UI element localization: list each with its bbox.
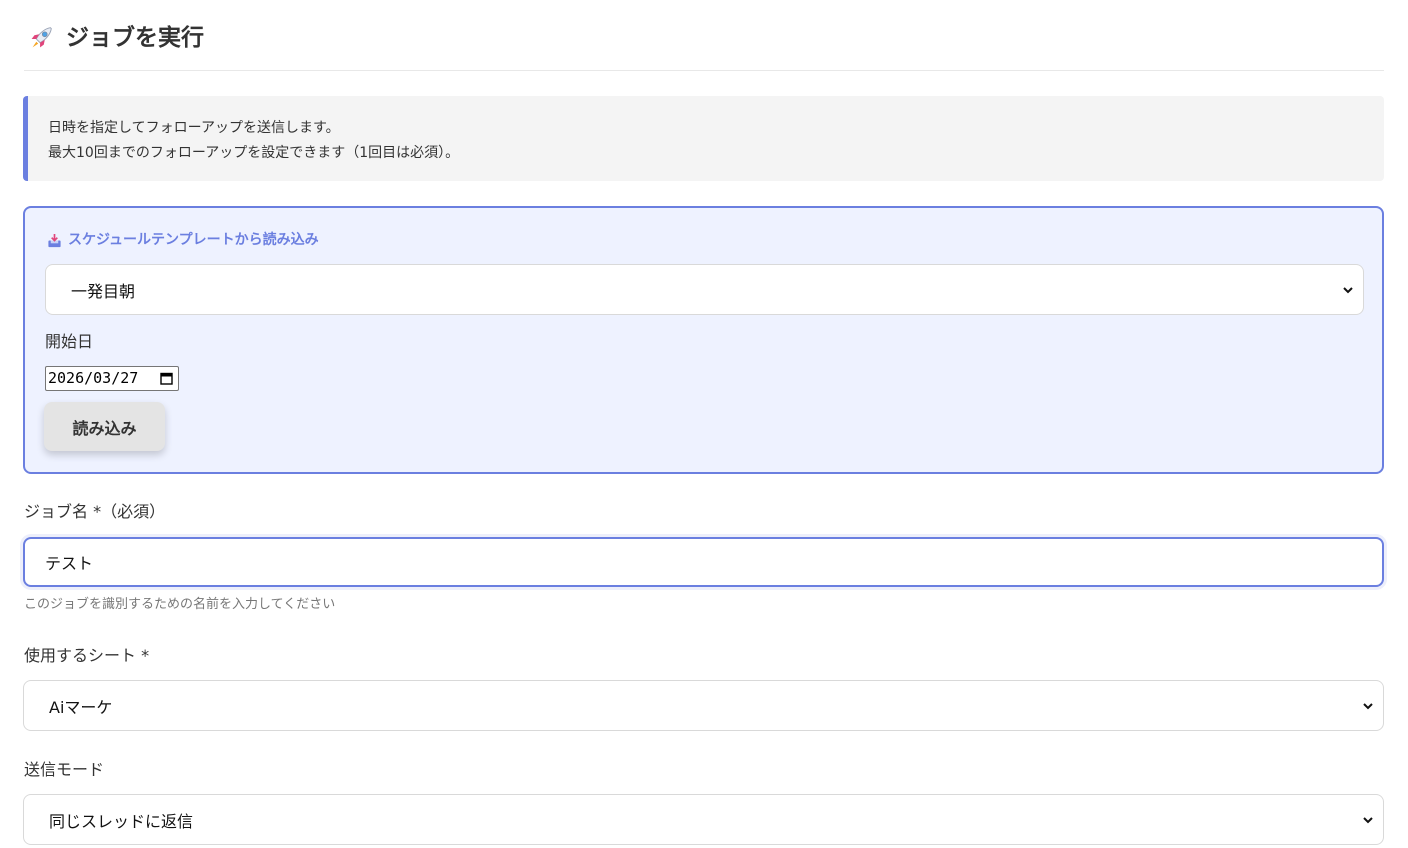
template-section-label: スケジュールテンプレートから読み込み <box>68 232 319 248</box>
job-name-value: テスト <box>45 554 94 573</box>
template-section: スケジュールテンプレートから読み込み 一発目朝 開始日 2026/03/27 読… <box>23 206 1384 474</box>
rocket-icon <box>31 27 52 48</box>
start-date-value: 2026/03/27 <box>48 369 139 387</box>
chevron-down-icon <box>1363 816 1373 823</box>
calendar-icon[interactable] <box>160 372 173 385</box>
job-name-label: ジョブ名 *（必須） <box>24 502 166 521</box>
job-name-input[interactable]: テスト <box>23 537 1384 587</box>
job-name-hint: このジョブを識別するための名前を入力してください <box>24 597 336 612</box>
template-section-title: スケジュールテンプレートから読み込み <box>47 230 319 250</box>
info-line-1: 日時を指定してフォローアップを送信します。 <box>48 120 340 136</box>
send-mode-label: 送信モード <box>24 760 105 779</box>
info-box: 日時を指定してフォローアップを送信します。 最大10回までのフォローアップを設定… <box>23 96 1384 181</box>
send-mode-select-value: 同じスレッドに返信 <box>49 811 194 831</box>
chevron-down-icon <box>1343 286 1353 293</box>
sheet-select-value: Aiマーケ <box>49 697 113 717</box>
send-mode-select[interactable]: 同じスレッドに返信 <box>23 794 1384 845</box>
sheet-label: 使用するシート * <box>24 646 150 665</box>
start-date-label: 開始日 <box>45 332 94 351</box>
chevron-down-icon <box>1363 702 1373 709</box>
sheet-select[interactable]: Aiマーケ <box>23 680 1384 731</box>
template-select[interactable]: 一発目朝 <box>45 264 1364 315</box>
template-select-value: 一発目朝 <box>71 281 136 301</box>
page-header: ジョブを実行 <box>24 20 1384 71</box>
inbox-tray-icon <box>48 233 61 247</box>
page-title: ジョブを実行 <box>66 25 204 51</box>
load-template-button[interactable]: 読み込み <box>44 402 165 451</box>
info-line-2: 最大10回までのフォローアップを設定できます（1回目は必須）。 <box>48 145 460 161</box>
start-date-input[interactable]: 2026/03/27 <box>45 366 179 391</box>
